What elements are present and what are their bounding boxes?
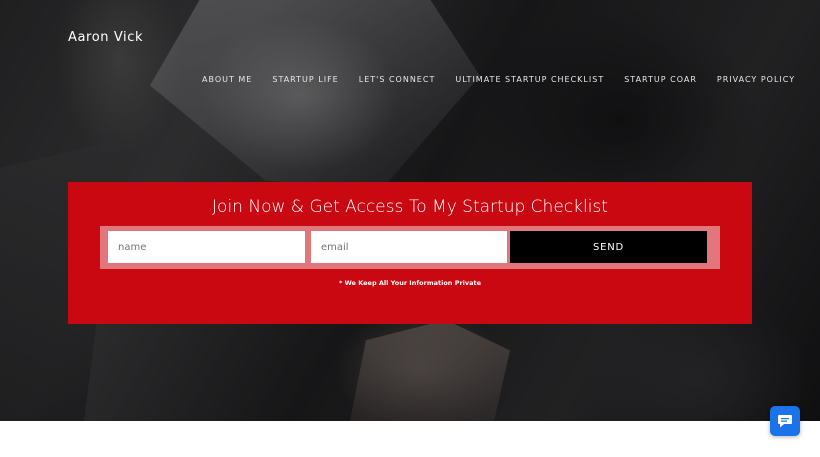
nav-item-startup-coar[interactable]: STARTUP COAR bbox=[624, 75, 697, 84]
optin-title: Join Now & Get Access To My Startup Chec… bbox=[212, 197, 608, 217]
chat-button[interactable] bbox=[770, 406, 800, 436]
name-input[interactable] bbox=[108, 231, 305, 263]
optin-form: SEND bbox=[100, 226, 720, 269]
hero-background: Aaron Vick ABOUT ME STARTUP LIFE LET'S C… bbox=[0, 0, 820, 421]
chat-bubble-icon bbox=[778, 414, 792, 427]
nav-item-privacy-policy[interactable]: PRIVACY POLICY bbox=[717, 75, 795, 84]
nav-item-startup-life[interactable]: STARTUP LIFE bbox=[272, 75, 338, 84]
nav-item-about-me[interactable]: ABOUT ME bbox=[202, 75, 252, 84]
send-button[interactable]: SEND bbox=[510, 231, 707, 263]
privacy-note: * We Keep All Your Information Private bbox=[338, 279, 482, 287]
email-input[interactable] bbox=[311, 231, 507, 263]
nav-item-ultimate-startup-checklist[interactable]: ULTIMATE STARTUP CHECKLIST bbox=[455, 75, 604, 84]
main-nav: ABOUT ME STARTUP LIFE LET'S CONNECT ULTI… bbox=[202, 75, 815, 84]
optin-box: Join Now & Get Access To My Startup Chec… bbox=[68, 182, 752, 324]
nav-item-lets-connect[interactable]: LET'S CONNECT bbox=[359, 75, 436, 84]
site-brand[interactable]: Aaron Vick bbox=[68, 30, 143, 45]
